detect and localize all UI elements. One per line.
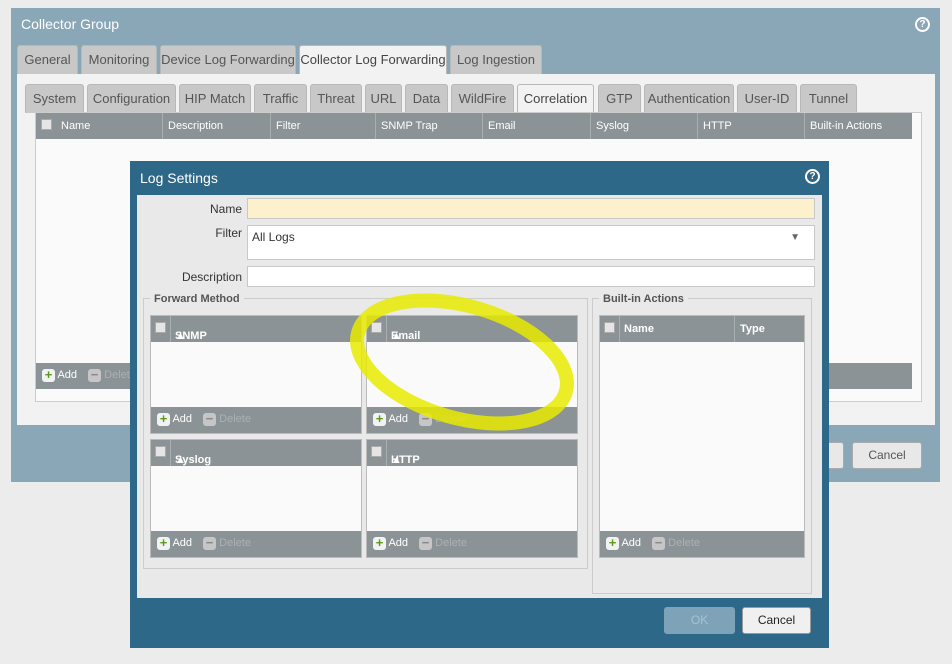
highlight-ellipse — [350, 293, 574, 431]
yellow-highlight-annotation — [350, 293, 574, 431]
